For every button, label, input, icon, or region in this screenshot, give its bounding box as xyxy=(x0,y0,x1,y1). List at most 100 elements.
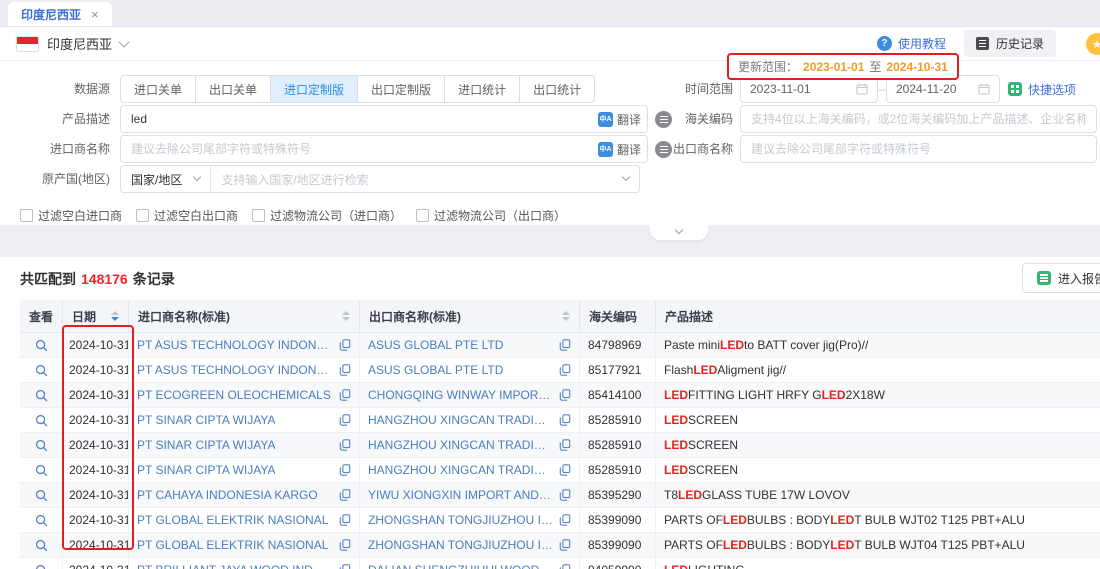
copy-icon[interactable] xyxy=(333,464,351,476)
importer-link[interactable]: PT SINAR CIPTA WIJAYA xyxy=(137,463,275,477)
datasource-tab[interactable]: 进口定制版 xyxy=(271,76,358,102)
checkbox-icon[interactable] xyxy=(252,209,265,222)
copy-icon[interactable] xyxy=(553,539,571,551)
importer-link[interactable]: PT ASUS TECHNOLOGY INDONESIA BA... xyxy=(137,338,333,352)
copy-icon[interactable] xyxy=(333,364,351,376)
copy-icon[interactable] xyxy=(333,389,351,401)
view-cell[interactable] xyxy=(20,533,63,557)
copy-icon[interactable] xyxy=(333,414,351,426)
copy-icon[interactable] xyxy=(553,364,571,376)
copy-icon[interactable] xyxy=(553,439,571,451)
datasource-tab[interactable]: 进口统计 xyxy=(445,76,520,102)
filter-checkbox[interactable]: 过滤空白进口商 xyxy=(20,207,122,224)
copy-icon[interactable] xyxy=(553,339,571,351)
tab-indonesia[interactable]: 印度尼西亚 × xyxy=(8,2,112,26)
origin-country-select[interactable]: 国家/地区 xyxy=(121,166,211,192)
sort-icon[interactable] xyxy=(336,311,350,321)
importer-link[interactable]: PT ECOGREEN OLEOCHEMICALS xyxy=(137,388,331,402)
column-header[interactable]: 出口商名称(标准) xyxy=(360,300,580,332)
copy-icon[interactable] xyxy=(553,514,571,526)
importer-link[interactable]: PT ASUS TECHNOLOGY INDONESIA BA... xyxy=(137,363,333,377)
importer-link[interactable]: PT GLOBAL ELEKTRIK NASIONAL xyxy=(137,538,328,552)
column-header[interactable]: 进口商名称(标准) xyxy=(129,300,360,332)
copy-icon[interactable] xyxy=(553,414,571,426)
copy-icon[interactable] xyxy=(553,489,571,501)
view-cell[interactable] xyxy=(20,508,63,532)
importer-link[interactable]: PT BRILLIANT JAYA WOOD INDUSTRY xyxy=(137,563,333,569)
column-header[interactable]: 日期 xyxy=(63,300,129,332)
copy-icon[interactable] xyxy=(333,539,351,551)
view-cell[interactable] xyxy=(20,558,63,569)
chevron-down-icon[interactable] xyxy=(613,178,639,180)
exporter-link[interactable]: HANGZHOU XINGCAN TRADING CO LTD xyxy=(368,438,553,452)
datasource-tab[interactable]: 出口定制版 xyxy=(358,76,445,102)
copy-icon[interactable] xyxy=(553,464,571,476)
magnifier-icon[interactable] xyxy=(35,339,48,352)
magnifier-icon[interactable] xyxy=(35,464,48,477)
view-cell[interactable] xyxy=(20,408,63,432)
exporter-link[interactable]: ASUS GLOBAL PTE LTD xyxy=(368,338,503,352)
origin-search-input[interactable]: 支持输入国家/地区进行检索 xyxy=(211,171,613,188)
product-desc-input[interactable] xyxy=(120,105,648,133)
copy-icon[interactable] xyxy=(553,389,571,401)
sort-icon[interactable] xyxy=(556,311,570,321)
hs-code-cell: 85285910 xyxy=(580,433,656,457)
view-cell[interactable] xyxy=(20,458,63,482)
checkbox-icon[interactable] xyxy=(20,209,33,222)
datasource-tab[interactable]: 出口关单 xyxy=(196,76,271,102)
copy-icon[interactable] xyxy=(333,564,351,569)
magnifier-icon[interactable] xyxy=(35,514,48,527)
country-selector[interactable]: 印度尼西亚 xyxy=(16,34,128,53)
copy-icon[interactable] xyxy=(333,439,351,451)
filter-checkbox[interactable]: 过滤物流公司（出口商） xyxy=(416,207,566,224)
magnifier-icon[interactable] xyxy=(35,439,48,452)
enter-report-button[interactable]: 进入报告 xyxy=(1022,263,1100,293)
copy-icon[interactable] xyxy=(333,339,351,351)
exporter-link[interactable]: ZHONGSHAN TONGJIUZHOU INTERNA... xyxy=(368,513,553,527)
column-header: 产品描述 xyxy=(656,300,1100,332)
importer-link[interactable]: PT SINAR CIPTA WIJAYA xyxy=(137,438,275,452)
view-cell[interactable] xyxy=(20,433,63,457)
view-cell[interactable] xyxy=(20,333,63,357)
filter-checkbox[interactable]: 过滤空白出口商 xyxy=(136,207,238,224)
datasource-tab[interactable]: 出口统计 xyxy=(520,76,594,102)
exporter-input[interactable] xyxy=(740,135,1097,163)
exporter-cell: ZHONGSHAN TONGJIUZHOU INTERNA... xyxy=(360,508,580,532)
view-cell[interactable] xyxy=(20,358,63,382)
exporter-link[interactable]: ASUS GLOBAL PTE LTD xyxy=(368,363,503,377)
magnifier-icon[interactable] xyxy=(35,564,48,569)
tab-close-icon[interactable]: × xyxy=(91,8,99,21)
copy-icon[interactable] xyxy=(333,514,351,526)
product-desc-cell: LED SCREEN xyxy=(656,458,1100,482)
magnifier-icon[interactable] xyxy=(35,364,48,377)
exporter-link[interactable]: HANGZHOU XINGCAN TRADING CO LTD xyxy=(368,463,553,477)
checkbox-icon[interactable] xyxy=(136,209,149,222)
exporter-link[interactable]: ZHONGSHAN TONGJIUZHOU INTERNA... xyxy=(368,538,553,552)
view-cell[interactable] xyxy=(20,383,63,407)
datasource-tab[interactable]: 进口关单 xyxy=(121,76,196,102)
hs-code-input[interactable] xyxy=(740,105,1097,133)
magnifier-icon[interactable] xyxy=(35,389,48,402)
importer-input[interactable] xyxy=(120,135,648,163)
exporter-link[interactable]: YIWU XIONGXIN IMPORT AND EXPORT... xyxy=(368,488,553,502)
view-cell[interactable] xyxy=(20,483,63,507)
magnifier-icon[interactable] xyxy=(35,539,48,552)
exporter-link[interactable]: DALIAN SHENGZHIHUI WOOD INDUST... xyxy=(368,563,553,569)
checkbox-icon[interactable] xyxy=(416,209,429,222)
sort-icon[interactable] xyxy=(105,311,119,321)
copy-icon[interactable] xyxy=(553,564,571,569)
magnifier-icon[interactable] xyxy=(35,414,48,427)
importer-link[interactable]: PT CAHAYA INDONESIA KARGO xyxy=(137,488,318,502)
importer-link[interactable]: PT SINAR CIPTA WIJAYA xyxy=(137,413,275,427)
history-button[interactable]: 历史记录 xyxy=(964,30,1056,57)
quick-options-link[interactable]: 快捷选项 xyxy=(1008,75,1076,103)
filter-checkbox[interactable]: 过滤物流公司（进口商） xyxy=(252,207,402,224)
exporter-link[interactable]: HANGZHOU XINGCAN TRADING CO LTD xyxy=(368,413,553,427)
collapse-toggle[interactable] xyxy=(650,225,708,240)
importer-link[interactable]: PT GLOBAL ELEKTRIK NASIONAL xyxy=(137,513,328,527)
copy-icon[interactable] xyxy=(333,489,351,501)
magnifier-icon[interactable] xyxy=(35,489,48,502)
exporter-cell: DALIAN SHENGZHIHUI WOOD INDUST... xyxy=(360,558,580,569)
exporter-link[interactable]: CHONGQING WINWAY IMPORT AND E... xyxy=(368,388,553,402)
tutorial-link[interactable]: ? 使用教程 xyxy=(877,35,946,52)
